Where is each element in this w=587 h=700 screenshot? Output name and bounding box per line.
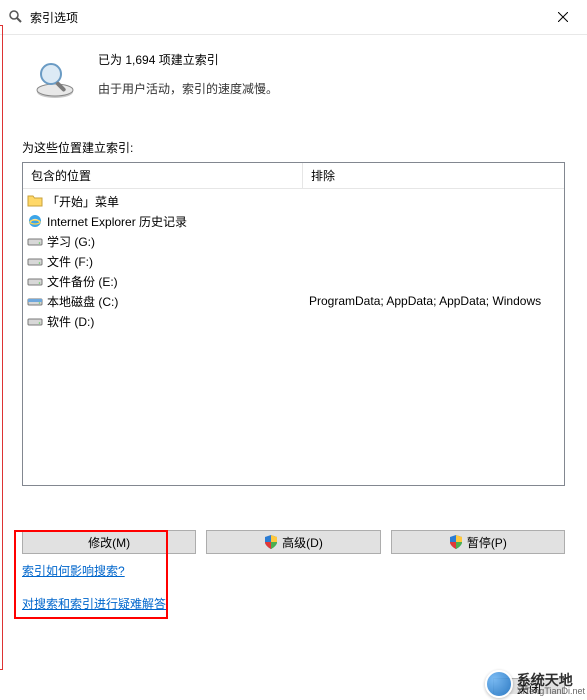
list-item-name: 「开始」菜单	[47, 193, 119, 210]
cdrive-icon	[27, 293, 43, 309]
folder-icon	[27, 193, 43, 209]
drive-icon	[27, 273, 43, 289]
modify-button[interactable]: 修改(M)	[22, 530, 196, 554]
indexing-big-icon	[30, 53, 80, 103]
cropped-edge-decoration	[0, 25, 3, 670]
advanced-button[interactable]: 高级(D)	[206, 530, 380, 554]
list-item[interactable]: 文件备份 (E:)	[23, 271, 564, 291]
window-title: 索引选项	[30, 9, 541, 26]
listview-body: 「开始」菜单 Internet Explorer 历史记录学习 (G:) 文件 (F…	[23, 189, 564, 333]
troubleshoot-link[interactable]: 对搜索和索引进行疑难解答	[22, 595, 166, 612]
listview-header: 包含的位置 排除	[23, 163, 564, 189]
window-close-button[interactable]	[541, 6, 585, 28]
ie-icon	[27, 213, 43, 229]
indexing-options-icon	[8, 9, 24, 25]
locations-label: 为这些位置建立索引:	[22, 139, 587, 156]
advanced-button-label: 高级(D)	[282, 534, 323, 551]
drive-icon	[27, 253, 43, 269]
list-item[interactable]: Internet Explorer 历史记录	[23, 211, 564, 231]
list-item[interactable]: 文件 (F:)	[23, 251, 564, 271]
index-substatus-text: 由于用户活动，索引的速度减慢。	[98, 80, 567, 97]
pause-button-label: 暂停(P)	[467, 534, 507, 551]
drive-icon	[27, 233, 43, 249]
watermark-cn-text: 系统天地	[517, 673, 585, 687]
pause-button[interactable]: 暂停(P)	[391, 530, 565, 554]
shield-icon	[264, 535, 278, 549]
header-section: 已为 1,694 项建立索引 由于用户活动，索引的速度减慢。	[0, 35, 587, 111]
list-item-name: 学习 (G:)	[47, 233, 95, 250]
list-item[interactable]: 本地磁盘 (C:) ProgramData; AppData; AppData; …	[23, 291, 564, 311]
list-item-excluded: ProgramData; AppData; AppData; Windows	[303, 294, 564, 308]
list-item-name: 文件备份 (E:)	[47, 273, 118, 290]
list-item[interactable]: 学习 (G:)	[23, 231, 564, 251]
index-status-text: 已为 1,694 项建立索引	[98, 51, 567, 68]
list-item-name: 文件 (F:)	[47, 253, 93, 270]
titlebar: 索引选项	[0, 0, 587, 35]
list-item-name: Internet Explorer 历史记录	[47, 213, 187, 230]
locations-listview: 包含的位置 排除 「开始」菜单 Internet Explorer 历史记录学习 …	[22, 162, 565, 486]
shield-icon	[449, 535, 463, 549]
list-item[interactable]: 「开始」菜单	[23, 191, 564, 211]
list-item-name: 本地磁盘 (C:)	[47, 293, 118, 310]
watermark-icon	[485, 670, 513, 698]
column-included[interactable]: 包含的位置	[23, 163, 303, 188]
watermark: 系统天地 XiTongTianDi.net	[485, 670, 585, 698]
button-row: 修改(M) 高级(D) 暂停(P)	[22, 530, 565, 554]
list-item-name: 软件 (D:)	[47, 313, 94, 330]
list-item[interactable]: 软件 (D:)	[23, 311, 564, 331]
column-excluded[interactable]: 排除	[303, 163, 564, 188]
how-index-affects-search-link[interactable]: 索引如何影响搜索?	[22, 562, 125, 579]
drive-icon	[27, 313, 43, 329]
watermark-en-text: XiTongTianDi.net	[517, 687, 585, 696]
modify-button-label: 修改(M)	[88, 534, 130, 551]
